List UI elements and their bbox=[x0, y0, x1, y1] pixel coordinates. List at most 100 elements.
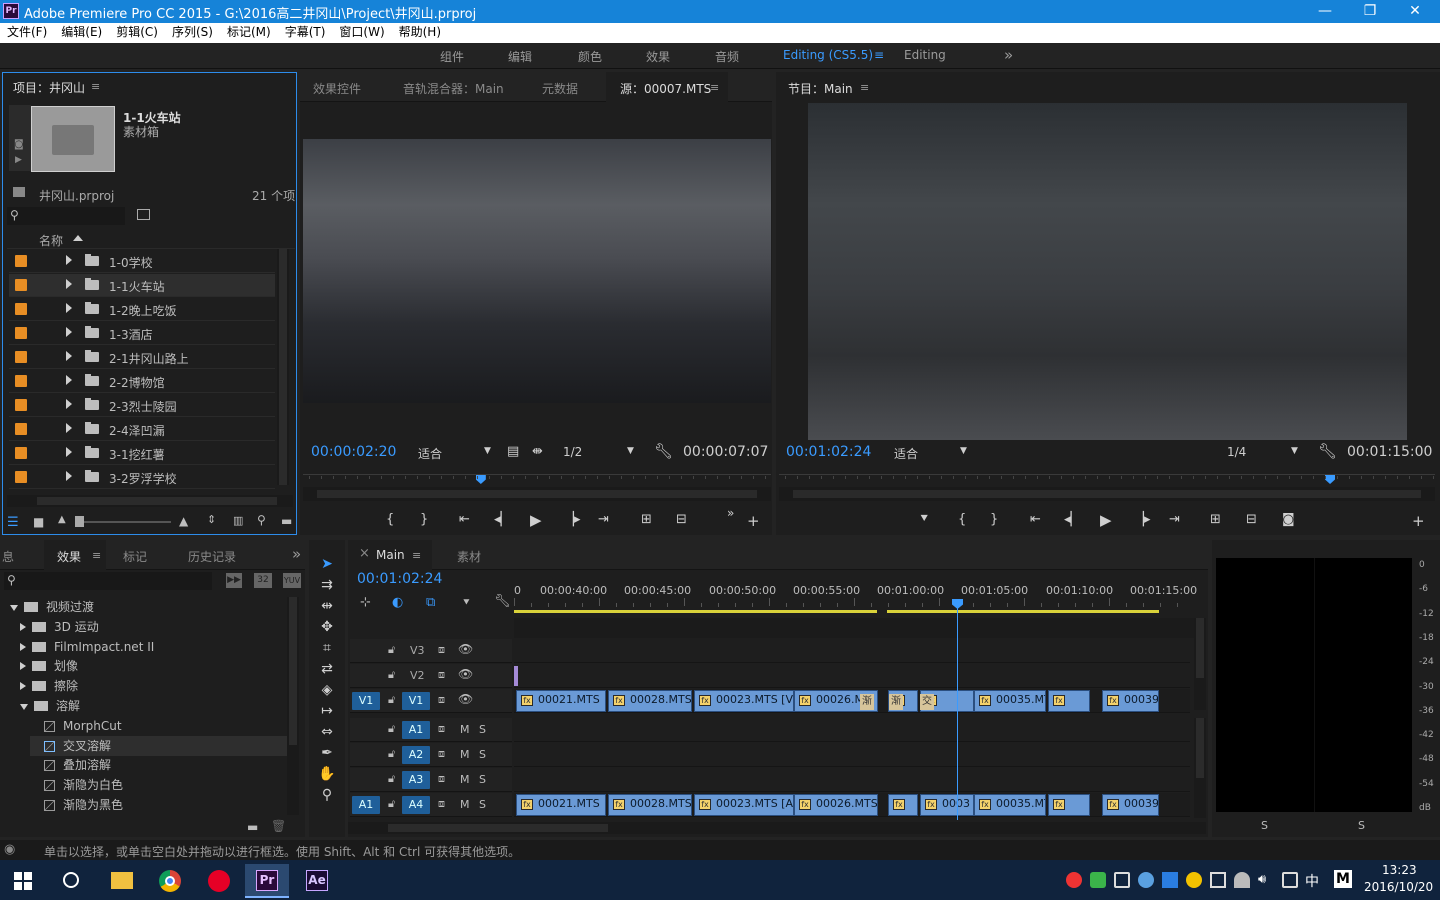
program-menu-icon[interactable]: ≡ bbox=[860, 81, 869, 94]
tab-source[interactable]: 源：00007.MTS bbox=[620, 80, 711, 97]
source-zoom-bar[interactable] bbox=[303, 487, 771, 501]
automate-to-sequence-icon[interactable]: ▥ bbox=[233, 514, 243, 527]
tray-tencent-icon[interactable] bbox=[1162, 872, 1178, 888]
tab-program[interactable]: 节目：Main bbox=[788, 80, 853, 97]
sync-lock-icon[interactable]: ⧈ bbox=[438, 772, 445, 786]
workspace-menu-icon[interactable]: ≡ bbox=[874, 48, 884, 62]
workspace-color[interactable]: 颜色 bbox=[578, 48, 602, 65]
label-color-swatch[interactable] bbox=[15, 399, 27, 411]
effects-tree-item[interactable]: 渐隐为白色 bbox=[30, 775, 123, 795]
button-editor-icon[interactable]: + bbox=[747, 512, 760, 530]
expand-arrow-icon[interactable] bbox=[66, 327, 72, 337]
effects-tree-item[interactable]: 视频过渡 bbox=[10, 597, 94, 617]
label-color-swatch[interactable] bbox=[15, 279, 27, 291]
audio-clip[interactable]: fx 00039 bbox=[1102, 794, 1159, 816]
drag-video-icon[interactable]: ⇼ bbox=[532, 444, 543, 459]
timeline-ruler[interactable]: 0 00:00:40:00 00:00:45:00 00:00:50:00 00:00:… bbox=[514, 580, 1197, 614]
lock-icon[interactable]: 🔓︎ bbox=[388, 693, 395, 707]
project-h-scrollbar[interactable] bbox=[7, 495, 293, 507]
add-marker-icon[interactable]: ⯆ bbox=[919, 512, 929, 527]
label-color-swatch[interactable] bbox=[15, 375, 27, 387]
mark-out-icon[interactable]: } bbox=[420, 512, 428, 527]
taskbar-netease-music[interactable] bbox=[197, 864, 241, 898]
play-icon[interactable]: ▶ bbox=[1100, 511, 1112, 529]
project-menu-icon[interactable]: ≡ bbox=[91, 80, 100, 93]
workspace-editing-alt[interactable]: Editing bbox=[904, 48, 946, 62]
overwrite-icon[interactable]: ⊟ bbox=[676, 512, 687, 527]
project-bin-row[interactable]: 1-3酒店 bbox=[9, 322, 275, 345]
expand-arrow-icon[interactable] bbox=[66, 399, 72, 409]
slip-tool-icon[interactable]: ◈ bbox=[317, 682, 337, 700]
hand-tool-icon[interactable]: ✋ bbox=[317, 766, 337, 784]
track-select-tool-icon[interactable]: ⇉ bbox=[317, 577, 337, 595]
track-label-v2[interactable]: V2 bbox=[410, 669, 425, 682]
lock-icon[interactable]: 🔓︎ bbox=[388, 722, 395, 736]
project-bin-row[interactable]: 1-1火车站 bbox=[9, 274, 275, 297]
audio-clip[interactable]: fx 00035.MT bbox=[974, 794, 1046, 816]
slide-tool-icon[interactable]: ↦ bbox=[317, 703, 337, 721]
video-v-scrollbar[interactable] bbox=[1194, 618, 1206, 710]
program-timecode[interactable]: 00:01:02:24 bbox=[786, 444, 871, 460]
source-settings-wrench-icon[interactable]: 🔧︎ bbox=[654, 442, 673, 460]
button-editor-icon[interactable]: + bbox=[1412, 512, 1425, 530]
lock-icon[interactable]: 🔓︎ bbox=[388, 772, 395, 786]
effects-tree-item[interactable]: 划像 bbox=[20, 656, 78, 676]
mute-button[interactable]: M bbox=[460, 748, 470, 761]
project-tab[interactable]: 项目：井冈山 bbox=[13, 79, 85, 96]
effects-tree-item[interactable]: 擦除 bbox=[20, 676, 78, 696]
effects-more-tabs-icon[interactable]: » bbox=[292, 545, 301, 563]
list-view-icon[interactable]: ☰ bbox=[7, 515, 19, 530]
expand-arrow-icon[interactable] bbox=[66, 255, 72, 265]
timeline-timecode[interactable]: 00:01:02:24 bbox=[357, 571, 442, 587]
tab-effect-controls[interactable]: 效果控件 bbox=[313, 80, 361, 97]
source-patch-v1[interactable]: V1 bbox=[352, 692, 380, 710]
snap-icon[interactable]: ◐ bbox=[392, 595, 403, 610]
audio-clip[interactable]: fx 00023.MTS [A] bbox=[694, 794, 794, 816]
close-sequence-icon[interactable]: × bbox=[359, 546, 370, 561]
tab-history[interactable]: 历史记录 bbox=[188, 548, 236, 565]
project-bin-row[interactable]: 2-3烈士陵园 bbox=[9, 394, 275, 417]
cortana-search-icon[interactable] bbox=[63, 872, 79, 888]
collapsed-arrow-icon[interactable] bbox=[20, 662, 26, 671]
solo-button[interactable]: S bbox=[479, 723, 486, 736]
effects-tree-item[interactable]: MorphCut bbox=[30, 716, 122, 736]
program-fit-dropdown[interactable]: 适合 ▼ bbox=[894, 445, 967, 462]
source-resolution-dropdown[interactable]: 1/2 ▼ bbox=[563, 445, 634, 459]
windows-start-icon[interactable] bbox=[14, 872, 32, 890]
mute-button[interactable]: M bbox=[460, 798, 470, 811]
video-clip[interactable]: fx 00021.MTS bbox=[516, 690, 606, 712]
ripple-edit-tool-icon[interactable]: ⇹ bbox=[317, 598, 337, 616]
menu-clip[interactable]: 剪辑(C) bbox=[109, 23, 165, 42]
video-clip[interactable]: fx 00035.MT bbox=[974, 690, 1046, 712]
track-lane-a3[interactable] bbox=[514, 768, 1190, 792]
go-to-out-icon[interactable]: ⇥ bbox=[598, 512, 609, 527]
zoom-out-icon[interactable]: ▲ bbox=[58, 514, 66, 525]
go-to-in-icon[interactable]: ⇤ bbox=[1030, 512, 1041, 527]
effects-tree-item[interactable]: 渐隐为黑色 bbox=[30, 795, 123, 815]
label-color-swatch[interactable] bbox=[15, 303, 27, 315]
tab-info[interactable]: 息 bbox=[2, 548, 14, 565]
mark-in-icon[interactable]: { bbox=[958, 512, 966, 527]
source-patch-a1[interactable]: A1 bbox=[352, 796, 380, 814]
menu-file[interactable]: 文件(F) bbox=[0, 23, 54, 42]
label-color-swatch[interactable] bbox=[15, 471, 27, 483]
mute-button[interactable]: M bbox=[460, 773, 470, 786]
step-forward-icon[interactable]: ▕▸ bbox=[564, 512, 581, 527]
sync-lock-icon[interactable]: ⧈ bbox=[438, 797, 445, 811]
project-bin-row[interactable]: 2-4泽凹漏 bbox=[9, 418, 275, 441]
expand-arrow-icon[interactable] bbox=[66, 375, 72, 385]
track-target-v1[interactable]: V1 bbox=[402, 692, 430, 710]
tray-shield-icon[interactable] bbox=[1090, 872, 1106, 888]
tray-people-icon[interactable] bbox=[1234, 872, 1250, 888]
lock-icon[interactable]: 🔓︎ bbox=[388, 747, 395, 761]
zoom-tool-icon[interactable]: ⚲ bbox=[317, 787, 337, 805]
collapsed-arrow-icon[interactable] bbox=[20, 682, 26, 691]
play-icon[interactable]: ▶ bbox=[530, 511, 542, 529]
workspace-more-icon[interactable]: » bbox=[1004, 46, 1013, 64]
safe-margins-icon[interactable]: ▤ bbox=[507, 444, 519, 459]
rate-stretch-tool-icon[interactable]: ⌗ bbox=[317, 640, 337, 658]
project-bin-row[interactable]: 3-2罗浮学校 bbox=[9, 466, 275, 489]
export-frame-camera-icon[interactable]: ◙ bbox=[1282, 512, 1295, 527]
audio-v-scrollbar[interactable] bbox=[1194, 718, 1206, 818]
tab-effects[interactable]: 效果 bbox=[57, 548, 81, 565]
